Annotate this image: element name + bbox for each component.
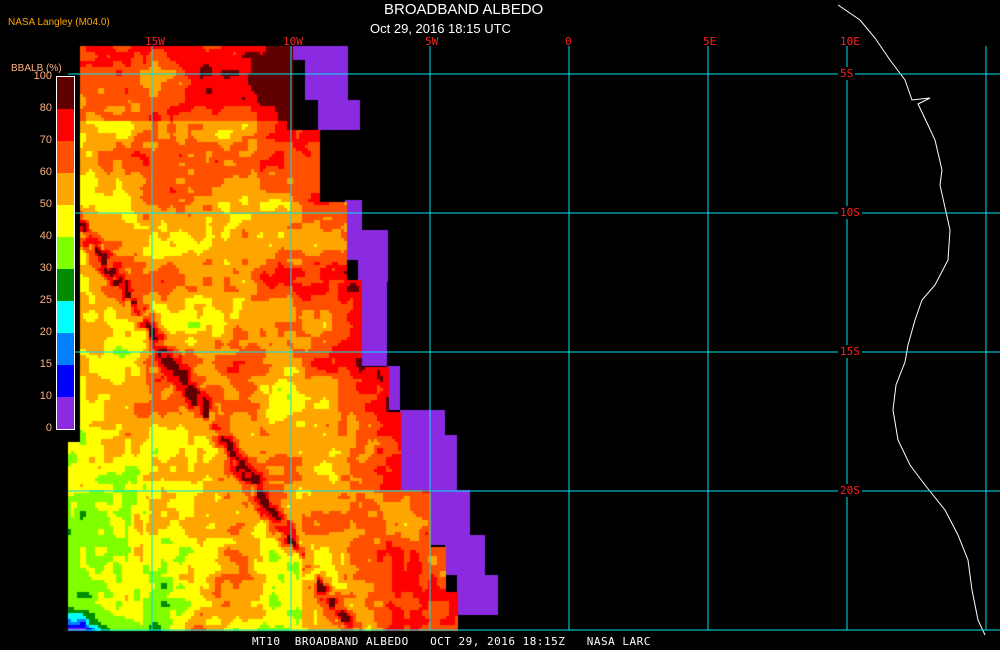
legend-swatch xyxy=(57,109,74,141)
legend-swatch xyxy=(57,173,74,205)
lon-label: 0 xyxy=(565,35,572,48)
map-overlay xyxy=(68,4,1000,636)
lat-label: 5S xyxy=(838,67,856,80)
legend-tick-label: 60 xyxy=(39,166,52,178)
lat-lon-grid xyxy=(68,46,1000,631)
legend-swatch xyxy=(57,141,74,173)
lat-label: 15S xyxy=(838,345,862,358)
legend-ticks: 0 10 15 20 25 30 40 50 60 70 80 100 xyxy=(0,70,52,434)
legend-tick-label: 100 xyxy=(33,70,52,82)
lon-label: 15W xyxy=(145,35,165,48)
legend-tick-label: 70 xyxy=(39,134,52,146)
legend-swatch xyxy=(57,397,74,429)
legend-swatch xyxy=(57,333,74,365)
legend-swatch xyxy=(57,237,74,269)
legend-swatch xyxy=(57,301,74,333)
lon-label: 10E xyxy=(840,35,860,48)
albedo-map: NASA Langley (M04.0) BROADBAND ALBEDO Oc… xyxy=(0,0,1000,650)
lat-label: 20S xyxy=(838,484,862,497)
legend-tick-label: 10 xyxy=(39,390,52,402)
lon-label: 5W xyxy=(425,35,439,48)
legend-tick-label: 50 xyxy=(39,198,52,210)
color-legend-bar xyxy=(56,76,75,430)
legend-tick-label: 80 xyxy=(39,102,52,114)
lat-label: 10S xyxy=(838,206,862,219)
legend-swatch xyxy=(57,205,74,237)
lon-label: 5E xyxy=(703,35,717,48)
footer-caption: MT10 BROADBAND ALBEDO OCT 29, 2016 18:15… xyxy=(252,635,651,648)
lon-label: 10W xyxy=(283,35,303,48)
legend-tick-label: 40 xyxy=(39,230,52,242)
legend-tick-label: 0 xyxy=(45,422,52,434)
legend-tick-label: 15 xyxy=(39,358,52,370)
map-title: BROADBAND ALBEDO xyxy=(384,1,544,18)
legend-tick-label: 20 xyxy=(39,326,52,338)
legend-swatch xyxy=(57,365,74,397)
credit-label: NASA Langley (M04.0) xyxy=(8,17,110,28)
legend-tick-label: 25 xyxy=(39,294,52,306)
legend-swatch xyxy=(57,269,74,301)
legend-swatch xyxy=(57,77,74,109)
map-timestamp: Oct 29, 2016 18:15 UTC xyxy=(370,21,511,36)
coastline xyxy=(837,4,986,636)
legend-tick-label: 30 xyxy=(39,262,52,274)
